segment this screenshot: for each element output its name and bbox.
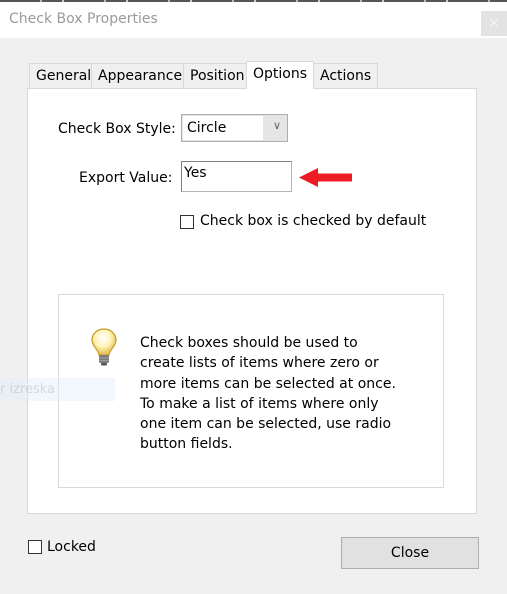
tab-label: Actions: [320, 68, 372, 84]
tab-appearance[interactable]: Appearance: [91, 63, 190, 88]
close-button[interactable]: Close: [341, 537, 479, 569]
red-arrow-annotation-icon: [299, 168, 352, 187]
background-overlay-text: r izreska: [0, 378, 115, 401]
tab-general[interactable]: General: [29, 63, 99, 88]
check-box-style-value: Circle: [183, 116, 263, 140]
default-checked-checkbox[interactable]: [180, 215, 194, 229]
default-checked-label: Check box is checked by default: [200, 213, 427, 229]
arrow-shape: [299, 168, 352, 187]
check-box-style-select[interactable]: Circle ∨: [181, 114, 288, 142]
check-box-style-label: Check Box Style:: [58, 121, 176, 137]
tab-label: Position: [190, 68, 245, 84]
tab-label: Appearance: [98, 68, 183, 84]
info-line: To make a list of items where only: [140, 395, 379, 412]
locked-checkbox[interactable]: [28, 540, 42, 554]
tab-options[interactable]: Options: [246, 61, 315, 89]
chevron-down-icon: ∨: [272, 119, 281, 132]
title-bar: Check Box Properties ×: [0, 2, 507, 38]
tab-label: Options: [253, 66, 308, 82]
info-box: Check boxes should be used to create lis…: [58, 294, 444, 488]
lightbulb-icon: [91, 328, 117, 366]
export-value-input[interactable]: Yes: [181, 161, 292, 192]
info-line: Check boxes should be used to: [140, 335, 358, 351]
tab-position[interactable]: Position: [183, 63, 252, 88]
info-line: more items can be selected at once.: [140, 375, 396, 392]
info-text: Check boxes should be used to create lis…: [140, 333, 400, 455]
export-value-label: Export Value:: [79, 170, 173, 186]
options-panel: Check Box Style: Circle ∨ Export Value: …: [27, 88, 477, 514]
window-title: Check Box Properties: [9, 11, 158, 27]
window-close-button[interactable]: ×: [481, 11, 507, 36]
tab-label: General: [36, 68, 92, 84]
info-line: button fields.: [140, 436, 233, 453]
tab-actions[interactable]: Actions: [313, 63, 379, 88]
info-line: one item can be selected, use radio: [140, 416, 392, 433]
locked-label: Locked: [47, 539, 96, 555]
close-icon: ×: [488, 15, 500, 31]
info-line: create lists of items where zero or: [140, 355, 379, 372]
